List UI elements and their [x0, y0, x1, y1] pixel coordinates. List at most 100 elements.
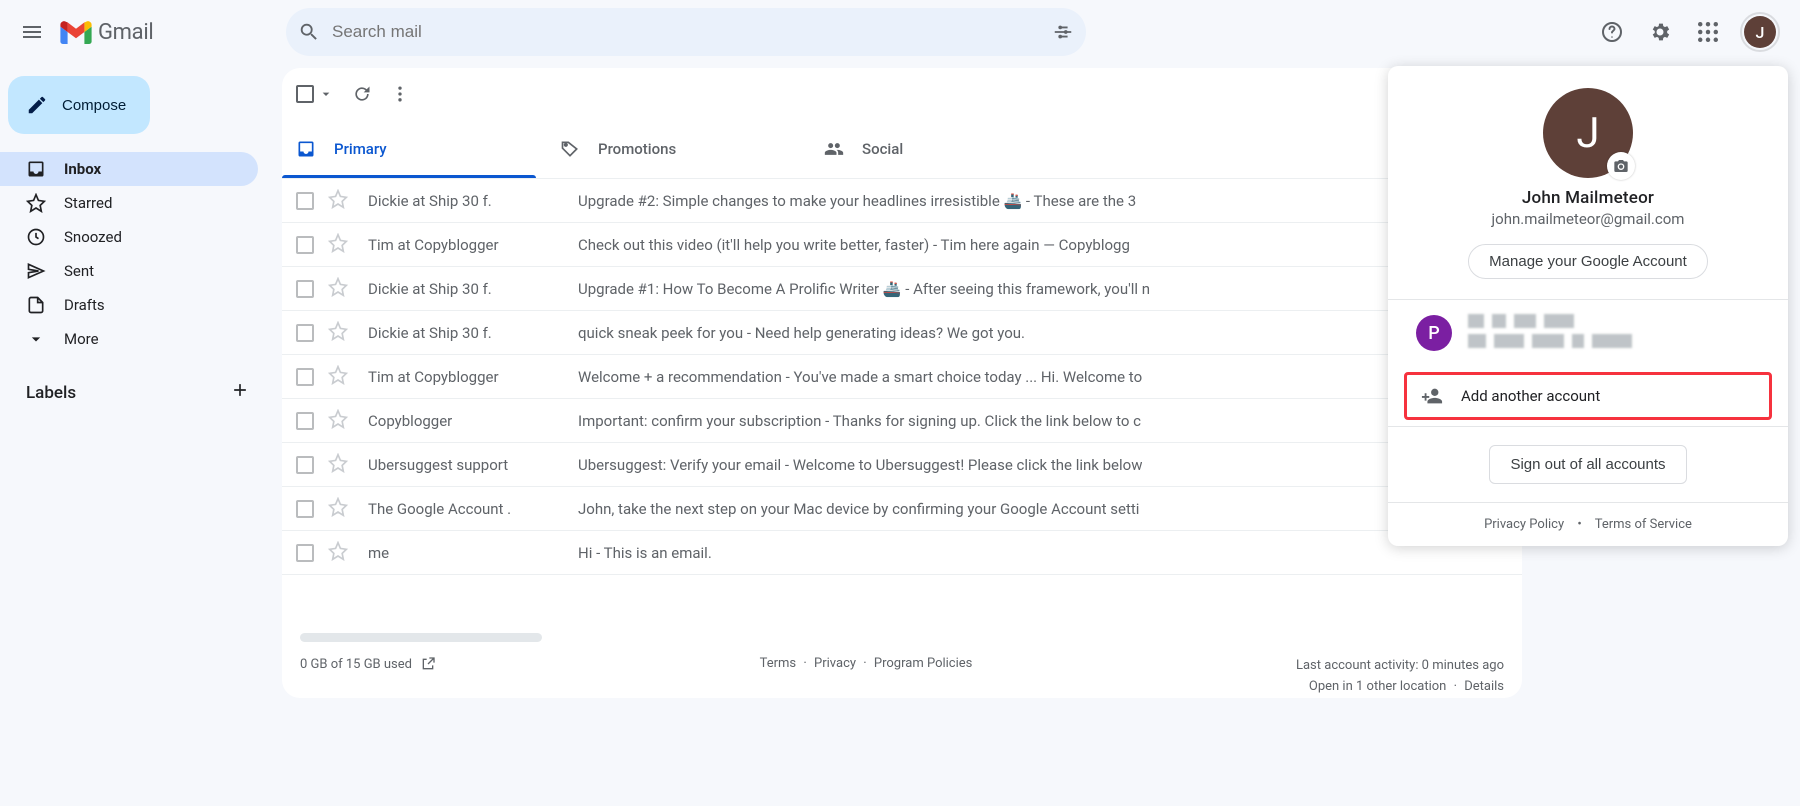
star-button[interactable]: [328, 365, 348, 389]
tab-primary[interactable]: Primary: [282, 120, 546, 178]
email-row[interactable]: Tim at CopybloggerCheck out this video (…: [282, 223, 1522, 267]
email-row[interactable]: Dickie at Ship 30 f.quick sneak peek for…: [282, 311, 1522, 355]
terms-of-service-link[interactable]: Terms of Service: [1595, 517, 1692, 532]
email-subject-line: Check out this video (it'll help you wri…: [578, 236, 1130, 254]
email-sender: The Google Account .: [368, 500, 578, 518]
account-avatar-button[interactable]: J: [1740, 12, 1780, 52]
nav-list: Inbox Starred Snoozed Sent Drafts More: [0, 152, 270, 356]
refresh-button[interactable]: [352, 74, 372, 114]
add-another-account-button[interactable]: Add another account: [1404, 372, 1772, 420]
email-row[interactable]: CopybloggerImportant: confirm your subsc…: [282, 399, 1522, 443]
select-all-checkbox[interactable]: [296, 85, 314, 103]
row-checkbox[interactable]: [296, 280, 314, 298]
tab-social[interactable]: Social: [810, 120, 1074, 178]
header-left-section: Gmail: [8, 8, 278, 56]
tab-label: Social: [862, 140, 903, 158]
privacy-link[interactable]: Privacy: [814, 656, 856, 671]
bullet: •: [1577, 517, 1581, 532]
change-avatar-button[interactable]: [1607, 152, 1635, 180]
row-checkbox[interactable]: [296, 412, 314, 430]
manage-account-button[interactable]: Manage your Google Account: [1468, 244, 1708, 279]
email-row[interactable]: meHi - This is an email.: [282, 531, 1522, 575]
search-options-icon[interactable]: [1052, 21, 1074, 43]
star-button[interactable]: [328, 541, 348, 565]
search-bar[interactable]: [286, 8, 1086, 56]
open-in-line: Open in 1 other location: [1309, 679, 1446, 694]
hamburger-icon: [20, 20, 44, 44]
account-email: john.mailmeteor@gmail.com: [1388, 210, 1788, 228]
sidebar-item-snoozed[interactable]: Snoozed: [0, 220, 258, 254]
account-name: John Mailmeteor: [1388, 188, 1788, 208]
star-button[interactable]: [328, 409, 348, 433]
row-checkbox[interactable]: [296, 192, 314, 210]
avatar: J: [1744, 16, 1776, 48]
program-policies-link[interactable]: Program Policies: [874, 656, 972, 671]
details-link[interactable]: Details: [1464, 679, 1504, 694]
row-checkbox[interactable]: [296, 456, 314, 474]
compose-button[interactable]: Compose: [8, 76, 150, 134]
star-button[interactable]: [328, 497, 348, 521]
star-button[interactable]: [328, 321, 348, 345]
star-button[interactable]: [328, 189, 348, 213]
privacy-policy-link[interactable]: Privacy Policy: [1484, 517, 1564, 532]
sidebar-item-more[interactable]: More: [0, 322, 258, 356]
sidebar-item-starred[interactable]: Starred: [0, 186, 258, 220]
email-list: Dickie at Ship 30 f.Upgrade #2: Simple c…: [282, 179, 1522, 575]
toolbar: [282, 68, 1522, 120]
email-row[interactable]: Ubersuggest supportUbersuggest: Verify y…: [282, 443, 1522, 487]
send-icon: [26, 261, 46, 281]
email-sender: Tim at Copyblogger: [368, 368, 578, 386]
camera-icon: [1613, 158, 1629, 174]
sidebar-item-drafts[interactable]: Drafts: [0, 288, 258, 322]
chevron-down-icon: [26, 329, 46, 349]
tab-promotions[interactable]: Promotions: [546, 120, 810, 178]
other-account-row[interactable]: P: [1388, 300, 1788, 366]
email-row[interactable]: The Google Account .John, take the next …: [282, 487, 1522, 531]
select-all-control[interactable]: [296, 85, 334, 103]
star-button[interactable]: [328, 233, 348, 257]
refresh-icon: [352, 84, 372, 104]
email-row[interactable]: Tim at CopybloggerWelcome + a recommenda…: [282, 355, 1522, 399]
star-button[interactable]: [328, 277, 348, 301]
chevron-down-icon[interactable]: [318, 86, 334, 102]
tab-label: Promotions: [598, 140, 676, 158]
row-checkbox[interactable]: [296, 544, 314, 562]
settings-button[interactable]: [1640, 12, 1680, 52]
row-checkbox[interactable]: [296, 368, 314, 386]
row-checkbox[interactable]: [296, 324, 314, 342]
add-label-button[interactable]: [230, 380, 250, 405]
row-checkbox[interactable]: [296, 500, 314, 518]
footer-links: Terms · Privacy · Program Policies: [436, 656, 1296, 671]
more-actions-button[interactable]: [390, 74, 410, 114]
support-button[interactable]: [1592, 12, 1632, 52]
labels-title: Labels: [26, 383, 76, 403]
star-button[interactable]: [328, 453, 348, 477]
sidebar: Compose Inbox Starred Snoozed Sent Draft…: [0, 64, 270, 405]
search-icon: [298, 21, 320, 43]
main-panel: Primary Promotions Social Dickie at Ship…: [282, 68, 1522, 698]
row-checkbox[interactable]: [296, 236, 314, 254]
signout-button[interactable]: Sign out of all accounts: [1489, 445, 1686, 484]
email-sender: Dickie at Ship 30 f.: [368, 280, 578, 298]
search-input[interactable]: [332, 22, 1052, 42]
other-account-avatar: P: [1416, 315, 1452, 351]
gmail-logo[interactable]: Gmail: [60, 20, 153, 45]
email-row[interactable]: Dickie at Ship 30 f.Upgrade #2: Simple c…: [282, 179, 1522, 223]
category-tabs: Primary Promotions Social: [282, 120, 1522, 179]
sidebar-item-inbox[interactable]: Inbox: [0, 152, 258, 186]
sidebar-item-label: Drafts: [64, 296, 105, 314]
sidebar-item-label: Snoozed: [64, 228, 122, 246]
email-subject-line: Upgrade #1: How To Become A Prolific Wri…: [578, 280, 1150, 298]
separator: [1388, 426, 1788, 427]
google-apps-button[interactable]: [1688, 12, 1728, 52]
main-menu-button[interactable]: [8, 8, 56, 56]
storage-info: 0 GB of 15 GB used: [300, 656, 436, 672]
sidebar-item-sent[interactable]: Sent: [0, 254, 258, 288]
email-row[interactable]: Dickie at Ship 30 f.Upgrade #1: How To B…: [282, 267, 1522, 311]
horizontal-scrollbar[interactable]: [300, 633, 542, 642]
terms-link[interactable]: Terms: [760, 656, 797, 671]
clock-icon: [26, 227, 46, 247]
email-sender: Copyblogger: [368, 412, 578, 430]
open-link-icon[interactable]: [420, 656, 436, 672]
email-subject-line: quick sneak peek for you - Need help gen…: [578, 324, 1025, 342]
